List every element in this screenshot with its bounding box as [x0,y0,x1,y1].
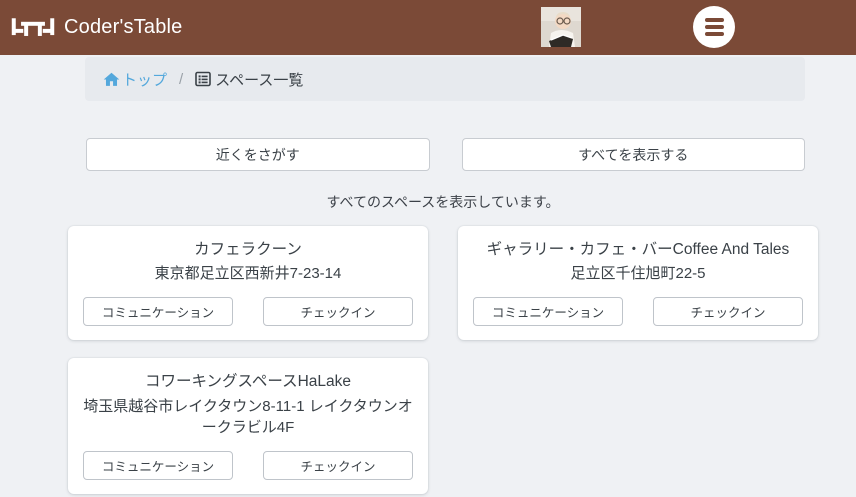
home-icon [103,71,120,88]
checkin-button[interactable]: チェックイン [263,451,413,480]
hamburger-menu-button[interactable] [693,6,735,48]
communication-button[interactable]: コミュニケーション [83,297,233,326]
space-card: カフェラクーン 東京都足立区西新井7-23-14 コミュニケーション チェックイ… [68,226,428,340]
brand-title: Coder'sTable [64,16,183,39]
find-nearby-button[interactable]: 近くをさがす [86,138,430,171]
communication-button[interactable]: コミュニケーション [473,297,623,326]
space-card-grid: カフェラクーン 東京都足立区西新井7-23-14 コミュニケーション チェックイ… [68,226,818,494]
show-all-button[interactable]: すべてを表示する [462,138,806,171]
hamburger-menu-icon [705,25,724,29]
space-card-actions: コミュニケーション チェックイン [83,451,413,480]
communication-button[interactable]: コミュニケーション [83,451,233,480]
breadcrumb-home-link[interactable]: トップ [103,69,167,90]
space-card: コワーキングスペースHaLake 埼玉県越谷市レイクタウン8-11-1 レイクタ… [68,358,428,494]
checkin-button[interactable]: チェックイン [263,297,413,326]
avatar-image [541,7,581,47]
space-card-actions: コミュニケーション チェックイン [83,297,413,326]
avatar[interactable] [541,7,581,47]
hamburger-menu-icon [705,18,724,22]
brand-link[interactable]: Coder'sTable [10,12,183,44]
app-header: Coder'sTable [0,0,856,55]
space-address: 足立区千住旭町22-5 [473,263,803,285]
space-name: ギャラリー・カフェ・バーCoffee And Tales [473,239,803,261]
breadcrumb: トップ / スペース一覧 [85,57,805,101]
breadcrumb-home-label: トップ [122,69,167,90]
table-with-chairs-icon [10,12,56,44]
space-address: 東京都足立区西新井7-23-14 [83,263,413,285]
checkin-button[interactable]: チェックイン [653,297,803,326]
breadcrumb-current-label: スペース一覧 [215,69,303,90]
breadcrumb-current: スペース一覧 [195,69,303,90]
action-button-row: 近くをさがす すべてを表示する [86,138,805,171]
breadcrumb-separator: / [179,71,183,88]
space-address: 埼玉県越谷市レイクタウン8-11-1 レイクタウンオークラビル4F [83,396,413,440]
space-name: カフェラクーン [83,239,413,261]
hamburger-menu-icon [705,32,724,36]
status-message: すべてのスペースを表示しています。 [68,192,818,212]
space-name: コワーキングスペースHaLake [83,371,413,393]
space-card-actions: コミュニケーション チェックイン [473,297,803,326]
list-icon [195,71,211,87]
space-card: ギャラリー・カフェ・バーCoffee And Tales 足立区千住旭町22-5… [458,226,818,340]
